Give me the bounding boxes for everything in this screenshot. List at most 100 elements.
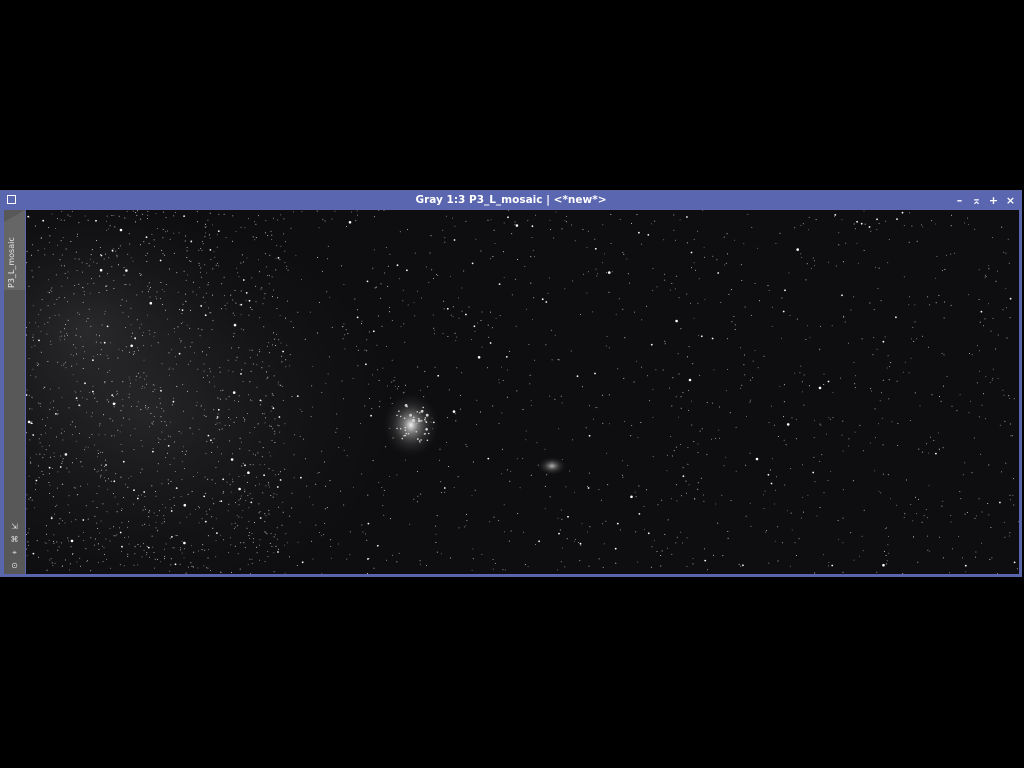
star bbox=[92, 390, 94, 393]
star bbox=[222, 478, 225, 481]
star bbox=[134, 553, 136, 555]
star bbox=[290, 320, 292, 322]
star bbox=[116, 534, 118, 536]
star bbox=[271, 238, 273, 240]
star bbox=[703, 247, 705, 249]
star bbox=[38, 339, 40, 342]
image-window[interactable]: Gray 1:3 P3_L_mosaic | <*new*> – ⌅ + × P… bbox=[0, 190, 1022, 577]
image-canvas[interactable] bbox=[26, 210, 1019, 574]
star bbox=[794, 227, 796, 229]
star bbox=[615, 313, 617, 315]
star bbox=[214, 385, 216, 387]
star bbox=[269, 451, 270, 453]
star bbox=[878, 490, 880, 492]
star bbox=[897, 423, 899, 424]
star bbox=[317, 472, 319, 474]
star bbox=[200, 248, 202, 249]
star bbox=[123, 267, 125, 269]
star bbox=[61, 210, 63, 212]
star bbox=[57, 409, 59, 411]
crop-icon[interactable]: ⌖ bbox=[10, 548, 20, 558]
star bbox=[226, 481, 228, 483]
star bbox=[138, 349, 140, 351]
star bbox=[460, 408, 462, 410]
star bbox=[87, 518, 89, 520]
star bbox=[564, 566, 566, 568]
star bbox=[541, 298, 544, 301]
star bbox=[391, 381, 393, 383]
star bbox=[165, 284, 167, 285]
shade-icon[interactable]: ⌅ bbox=[970, 194, 983, 207]
star bbox=[116, 254, 118, 256]
star bbox=[999, 424, 1001, 426]
star bbox=[767, 285, 769, 286]
star bbox=[57, 471, 59, 473]
close-icon[interactable]: × bbox=[1004, 194, 1017, 207]
star bbox=[28, 528, 30, 530]
star bbox=[98, 485, 100, 487]
star bbox=[610, 243, 612, 244]
link-icon[interactable]: ⌘ bbox=[10, 535, 20, 545]
star bbox=[263, 326, 265, 328]
star bbox=[48, 482, 50, 483]
resize-arrow-icon[interactable]: ⇲ bbox=[10, 522, 20, 532]
star bbox=[675, 446, 677, 448]
star bbox=[35, 483, 37, 485]
star bbox=[60, 219, 62, 221]
star bbox=[385, 446, 387, 448]
star bbox=[52, 468, 54, 469]
star bbox=[903, 517, 905, 519]
star bbox=[153, 416, 155, 417]
target-icon[interactable]: ⊙ bbox=[10, 561, 20, 571]
star bbox=[869, 302, 871, 304]
star bbox=[942, 557, 944, 559]
star bbox=[501, 366, 503, 368]
star bbox=[570, 350, 572, 352]
star bbox=[321, 450, 323, 452]
star bbox=[674, 288, 676, 290]
star bbox=[201, 329, 203, 331]
star bbox=[875, 437, 876, 439]
star bbox=[349, 531, 351, 533]
star bbox=[35, 453, 37, 455]
star bbox=[691, 267, 692, 269]
star bbox=[105, 285, 106, 287]
star bbox=[127, 526, 129, 528]
star bbox=[487, 457, 490, 460]
star bbox=[128, 536, 129, 538]
star bbox=[379, 400, 381, 402]
star bbox=[300, 279, 302, 280]
star bbox=[646, 375, 648, 377]
star bbox=[1007, 238, 1009, 240]
star bbox=[271, 393, 273, 395]
star bbox=[770, 405, 772, 407]
star bbox=[842, 571, 844, 573]
star bbox=[814, 420, 815, 422]
window-titlebar[interactable]: Gray 1:3 P3_L_mosaic | <*new*> – ⌅ + × bbox=[1, 191, 1021, 210]
trifid-nebula bbox=[538, 457, 566, 475]
star bbox=[76, 236, 78, 238]
star bbox=[619, 529, 621, 531]
star bbox=[448, 389, 450, 391]
star bbox=[141, 387, 143, 389]
maximize-icon[interactable]: + bbox=[987, 194, 1000, 207]
star bbox=[103, 466, 105, 468]
star bbox=[144, 387, 146, 389]
star bbox=[472, 461, 474, 463]
star bbox=[681, 495, 683, 497]
star bbox=[264, 513, 266, 515]
star bbox=[560, 509, 562, 511]
star bbox=[147, 546, 150, 549]
star bbox=[676, 536, 678, 538]
star bbox=[140, 409, 142, 410]
star bbox=[912, 520, 914, 522]
star bbox=[564, 220, 566, 222]
star bbox=[619, 218, 621, 220]
minimize-icon[interactable]: – bbox=[953, 194, 966, 207]
star bbox=[259, 517, 262, 519]
view-side-tab[interactable]: P3_L_mosaic ⇲ ⌘ ⌖ ⊙ bbox=[4, 210, 25, 574]
star bbox=[318, 472, 320, 473]
star bbox=[86, 263, 88, 265]
star bbox=[195, 508, 196, 510]
star bbox=[453, 487, 455, 489]
